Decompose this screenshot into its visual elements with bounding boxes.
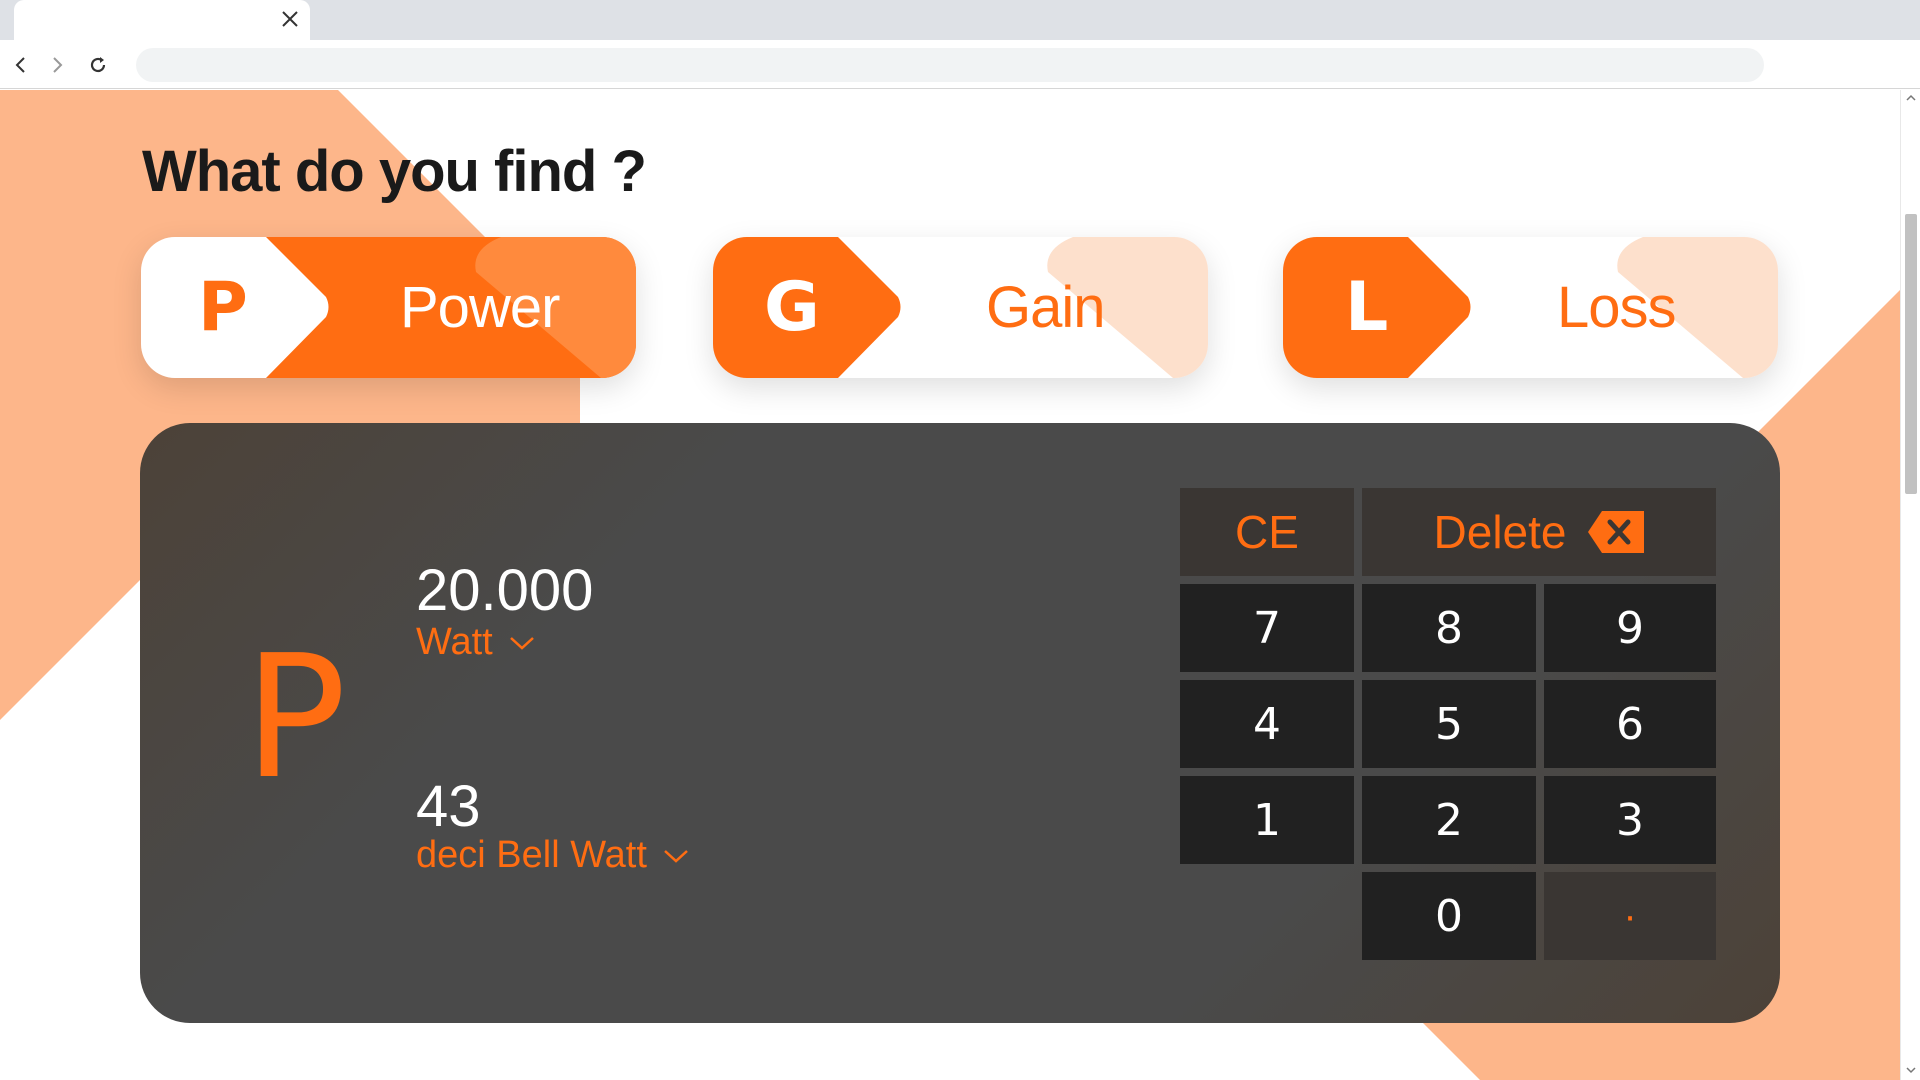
mode-letter-l: L xyxy=(1345,268,1389,347)
reload-icon[interactable] xyxy=(83,50,113,80)
tab-strip xyxy=(0,0,1920,40)
input-value[interactable]: 20.000 xyxy=(416,557,593,624)
key-3[interactable]: 3 xyxy=(1544,776,1716,864)
browser-toolbar xyxy=(0,40,1920,89)
output-unit-select[interactable]: deci Bell Watt xyxy=(416,834,689,877)
scrollbar-thumb[interactable] xyxy=(1905,214,1917,494)
output-value: 43 xyxy=(416,774,481,839)
mode-label-gain: Gain xyxy=(986,275,1106,340)
mode-card-power[interactable]: P Power xyxy=(141,237,636,378)
key-1[interactable]: 1 xyxy=(1180,776,1354,864)
address-bar[interactable] xyxy=(136,48,1764,82)
quantity-symbol: P xyxy=(244,619,347,817)
page-viewport: What do you find ? P Power G Gain L Loss… xyxy=(0,90,1900,1080)
delete-label: Delete xyxy=(1433,506,1567,558)
key-9[interactable]: 9 xyxy=(1544,584,1716,672)
scroll-up-arrow-icon[interactable] xyxy=(1905,92,1917,104)
mode-letter-p: P xyxy=(198,268,248,347)
scroll-down-arrow-icon[interactable] xyxy=(1905,1064,1917,1076)
backspace-icon xyxy=(1588,511,1645,553)
mode-label-loss: Loss xyxy=(1557,275,1677,340)
chevron-down-icon xyxy=(509,636,534,650)
back-arrow-icon[interactable] xyxy=(6,50,36,80)
mode-card-gain[interactable]: G Gain xyxy=(713,237,1208,378)
key-6[interactable]: 6 xyxy=(1544,680,1716,768)
clear-entry-button[interactable]: CE xyxy=(1180,488,1354,576)
page-title: What do you find ? xyxy=(142,139,647,204)
close-icon[interactable] xyxy=(278,7,302,31)
input-unit-label: Watt xyxy=(416,621,493,663)
key-0[interactable]: 0 xyxy=(1362,872,1536,960)
key-4[interactable]: 4 xyxy=(1180,680,1354,768)
key-decimal-point[interactable]: · xyxy=(1544,872,1716,960)
key-5[interactable]: 5 xyxy=(1362,680,1536,768)
key-8[interactable]: 8 xyxy=(1362,584,1536,672)
mode-card-loss[interactable]: L Loss xyxy=(1283,237,1778,378)
browser-tab[interactable] xyxy=(14,0,310,40)
key-7[interactable]: 7 xyxy=(1180,584,1354,672)
vertical-scrollbar[interactable] xyxy=(1900,90,1920,1080)
output-unit-label: deci Bell Watt xyxy=(416,834,647,876)
mode-letter-g: G xyxy=(764,268,820,347)
input-unit-select[interactable]: Watt xyxy=(416,621,535,664)
chevron-down-icon xyxy=(664,849,688,863)
mode-label-power: Power xyxy=(400,275,560,340)
key-2[interactable]: 2 xyxy=(1362,776,1536,864)
calculator-panel: P 20.000 Watt 43 deci Bell Watt CE Delet… xyxy=(140,423,1780,1023)
forward-arrow-icon[interactable] xyxy=(42,50,72,80)
delete-button[interactable]: Delete xyxy=(1362,488,1716,576)
